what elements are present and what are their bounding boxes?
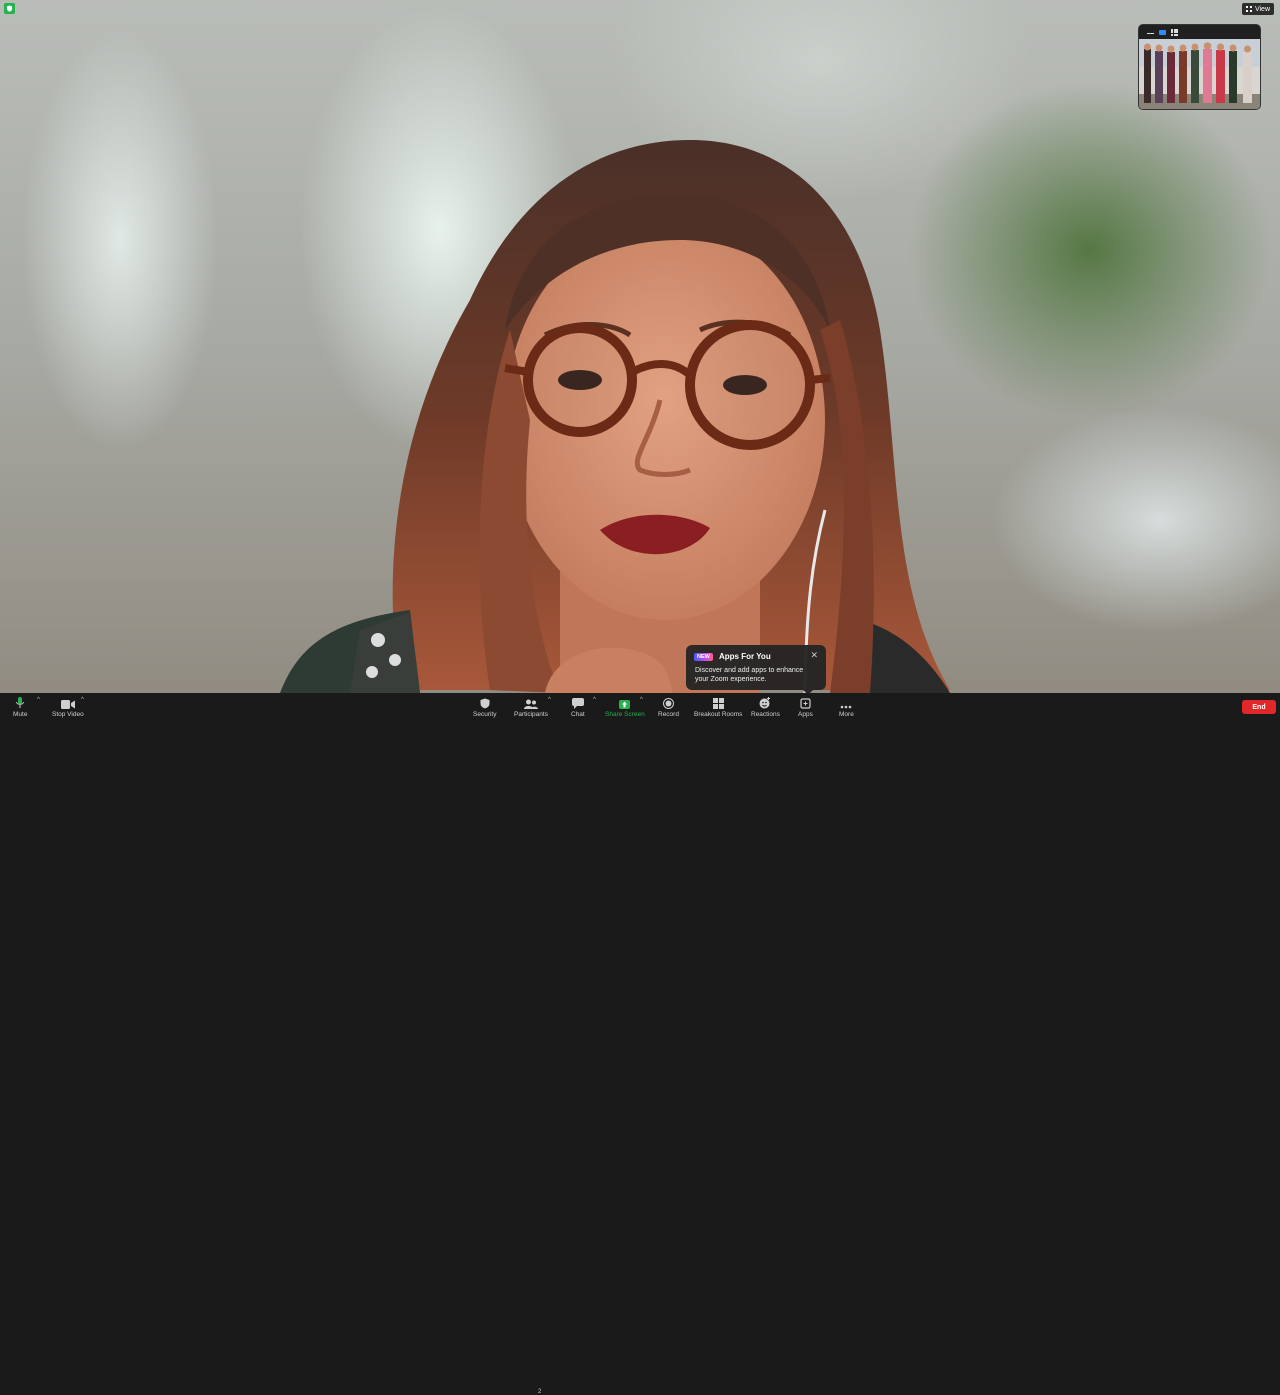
popup-body: Discover and add apps to enhance your Zo…: [695, 667, 804, 683]
speaker-video-image: [280, 140, 950, 693]
reactions-icon: [759, 695, 771, 709]
chat-label: Chat: [571, 711, 585, 718]
breakout-rooms-label: Breakout Rooms: [694, 711, 743, 718]
self-view-thumbnail[interactable]: [1139, 25, 1260, 109]
meeting-toolbar: Mute ^ Stop Video ^ Security Participant…: [0, 693, 1280, 1395]
view-button[interactable]: View: [1241, 3, 1274, 15]
apps-button[interactable]: Apps: [798, 695, 813, 718]
share-screen-label: Share Screen: [605, 711, 645, 718]
breakout-rooms-button[interactable]: Breakout Rooms: [694, 695, 742, 718]
view-button-label: View: [1254, 5, 1270, 13]
microphone-icon: [16, 695, 25, 709]
more-button[interactable]: More: [839, 695, 854, 718]
breakout-rooms-icon: [712, 695, 724, 709]
mute-button[interactable]: Mute: [13, 695, 27, 718]
participants-label: Participants: [514, 711, 548, 718]
participants-chevron-up-icon[interactable]: ^: [548, 697, 551, 703]
chat-bubble-icon: [571, 695, 584, 709]
participants-count: 2: [538, 1389, 542, 1395]
group-video-image: [1139, 39, 1260, 109]
security-label: Security: [473, 711, 497, 718]
video-camera-icon: [60, 695, 75, 709]
apps-label: Apps: [798, 711, 813, 718]
record-icon: [662, 695, 674, 709]
speaker-view-icon[interactable]: [1159, 29, 1166, 35]
participants-icon: [523, 695, 538, 709]
popup-title: Apps For You: [719, 652, 771, 661]
main-video-feed: View: [0, 0, 1280, 693]
thumbnail-controls: [1139, 25, 1260, 39]
gallery-view-icon[interactable]: [1171, 28, 1178, 36]
more-label: More: [839, 711, 854, 718]
shield-icon: [480, 695, 490, 709]
mute-label: Mute: [13, 711, 28, 718]
reactions-label: Reactions: [751, 711, 780, 718]
stop-video-label: Stop Video: [52, 711, 84, 718]
apps-for-you-popup[interactable]: NEW Apps For You ✕ Discover and add apps…: [686, 645, 826, 695]
share-screen-button[interactable]: Share Screen: [605, 695, 645, 718]
audio-options-chevron-up-icon[interactable]: ^: [37, 697, 40, 703]
more-dots-icon: [840, 695, 852, 709]
share-screen-chevron-up-icon[interactable]: ^: [640, 697, 643, 703]
video-options-chevron-up-icon[interactable]: ^: [81, 697, 84, 703]
close-icon[interactable]: ✕: [810, 650, 818, 661]
chat-chevron-up-icon[interactable]: ^: [593, 697, 596, 703]
new-badge: NEW: [694, 653, 713, 661]
record-button[interactable]: Record: [658, 695, 679, 718]
reactions-button[interactable]: Reactions: [751, 695, 780, 718]
apps-icon: [800, 695, 811, 709]
record-label: Record: [658, 711, 679, 718]
minimize-icon[interactable]: [1147, 32, 1154, 35]
end-meeting-button[interactable]: End: [1242, 700, 1276, 714]
chat-button[interactable]: Chat: [571, 695, 585, 718]
encryption-shield-icon[interactable]: [4, 3, 15, 14]
stop-video-button[interactable]: Stop Video: [52, 695, 84, 718]
security-button[interactable]: Security: [473, 695, 496, 718]
participants-button[interactable]: Participants: [514, 695, 548, 718]
view-grid-icon: [1245, 6, 1252, 12]
share-screen-icon: [619, 695, 631, 709]
